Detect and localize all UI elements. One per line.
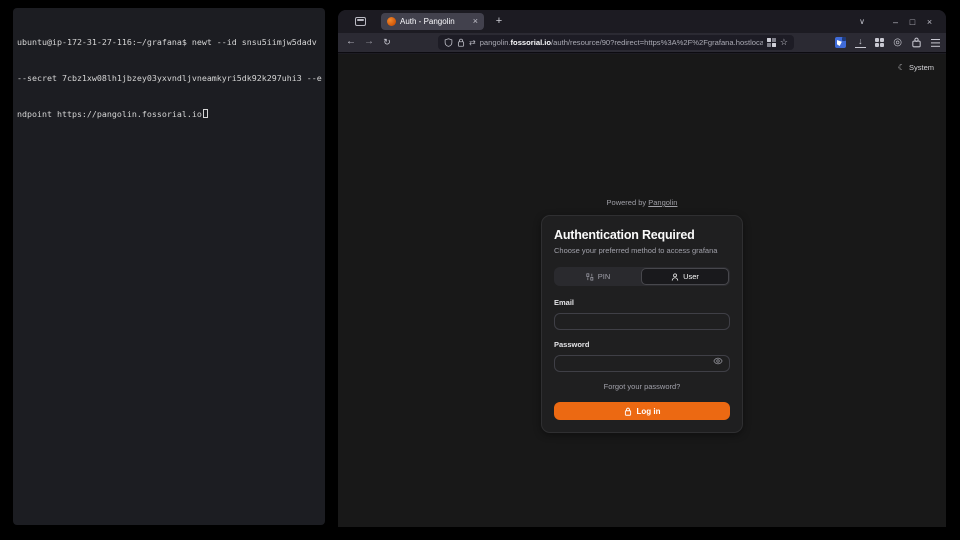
account-icon[interactable]: ◎ <box>893 38 902 48</box>
moon-icon: ☾ <box>898 63 905 72</box>
minimize-button[interactable]: – <box>887 17 904 27</box>
page-content: ☾ System Powered by Pangolin Authenticat… <box>338 54 946 527</box>
forward-button[interactable]: → <box>362 33 376 52</box>
theme-toggle-label: System <box>909 63 934 72</box>
window-controls: ∨ – □ × <box>859 10 938 33</box>
login-lock-icon <box>624 407 632 416</box>
browser-tab-auth-pangolin[interactable]: Auth - Pangolin × <box>381 13 484 30</box>
url-text: pangolin.fossorial.io/auth/resource/90?r… <box>480 38 763 47</box>
login-button[interactable]: Log in <box>554 402 730 420</box>
email-label: Email <box>554 298 730 307</box>
extensions-puzzle-icon[interactable] <box>911 37 922 48</box>
auth-method-toggle: PIN User <box>554 267 730 286</box>
card-subtitle: Choose your preferred method to access g… <box>554 246 730 255</box>
card-title: Authentication Required <box>554 228 730 242</box>
forgot-password-link[interactable]: Forgot your password? <box>554 382 730 391</box>
toolbar-icons: ↓ ◎ <box>835 33 940 52</box>
desktop: ubuntu@ip-172-31-27-116:~/grafana$ newt … <box>0 0 960 540</box>
powered-by: Powered by Pangolin <box>541 198 743 207</box>
user-icon <box>671 273 679 281</box>
pangolin-favicon-icon <box>387 17 396 26</box>
close-tab-icon[interactable]: × <box>473 17 478 26</box>
terminal-line: --secret 7cbz1xw08lh1jbzey03yxvndljvneam… <box>17 72 321 84</box>
password-label: Password <box>554 340 730 349</box>
hamburger-menu-icon[interactable] <box>931 39 940 40</box>
tab-title: Auth - Pangolin <box>400 17 455 26</box>
close-window-button[interactable]: × <box>921 17 938 27</box>
auth-container: Powered by Pangolin Authentication Requi… <box>541 198 743 433</box>
new-tab-button[interactable]: + <box>491 13 507 30</box>
dns-swap-icon[interactable]: ⇄ <box>469 38 476 47</box>
back-button[interactable]: ← <box>344 33 358 52</box>
firefox-view-icon[interactable] <box>355 17 366 26</box>
terminal-line: ndpoint https://pangolin.fossorial.io <box>17 108 321 120</box>
binary-pin-icon <box>586 273 594 281</box>
show-password-eye-icon[interactable] <box>713 357 723 365</box>
terminal-line: ubuntu@ip-172-31-27-116:~/grafana$ newt … <box>17 36 321 48</box>
email-field[interactable] <box>554 313 730 330</box>
terminal-window[interactable]: ubuntu@ip-172-31-27-116:~/grafana$ newt … <box>13 8 325 525</box>
auth-card: Authentication Required Choose your pref… <box>541 215 743 433</box>
tab-pin[interactable]: PIN <box>555 268 641 285</box>
navigation-toolbar: ← → ↻ ⇄ pangolin.fossorial.io/auth/resou… <box>338 33 946 53</box>
password-field[interactable] <box>554 355 730 372</box>
terminal-cursor <box>203 109 208 118</box>
maximize-button[interactable]: □ <box>904 17 921 27</box>
pangolin-link[interactable]: Pangolin <box>648 198 677 207</box>
tab-list-chevron-icon[interactable]: ∨ <box>859 17 865 26</box>
reload-button[interactable]: ↻ <box>380 33 394 52</box>
tab-bar: Auth - Pangolin × + ∨ – □ × <box>338 10 946 33</box>
grid-icon[interactable] <box>875 38 884 47</box>
tab-user[interactable]: User <box>641 268 729 285</box>
container-grid-icon[interactable] <box>767 38 776 47</box>
lock-icon[interactable] <box>457 38 465 47</box>
theme-toggle[interactable]: ☾ System <box>898 63 934 72</box>
extension-icon[interactable] <box>835 37 846 48</box>
downloads-icon[interactable]: ↓ <box>855 37 866 48</box>
tracking-protection-shield-icon[interactable] <box>444 38 453 47</box>
url-bar[interactable]: ⇄ pangolin.fossorial.io/auth/resource/90… <box>438 35 794 50</box>
bookmark-star-icon[interactable]: ☆ <box>780 37 788 48</box>
browser-window: Auth - Pangolin × + ∨ – □ × ← → ↻ <box>338 10 946 527</box>
